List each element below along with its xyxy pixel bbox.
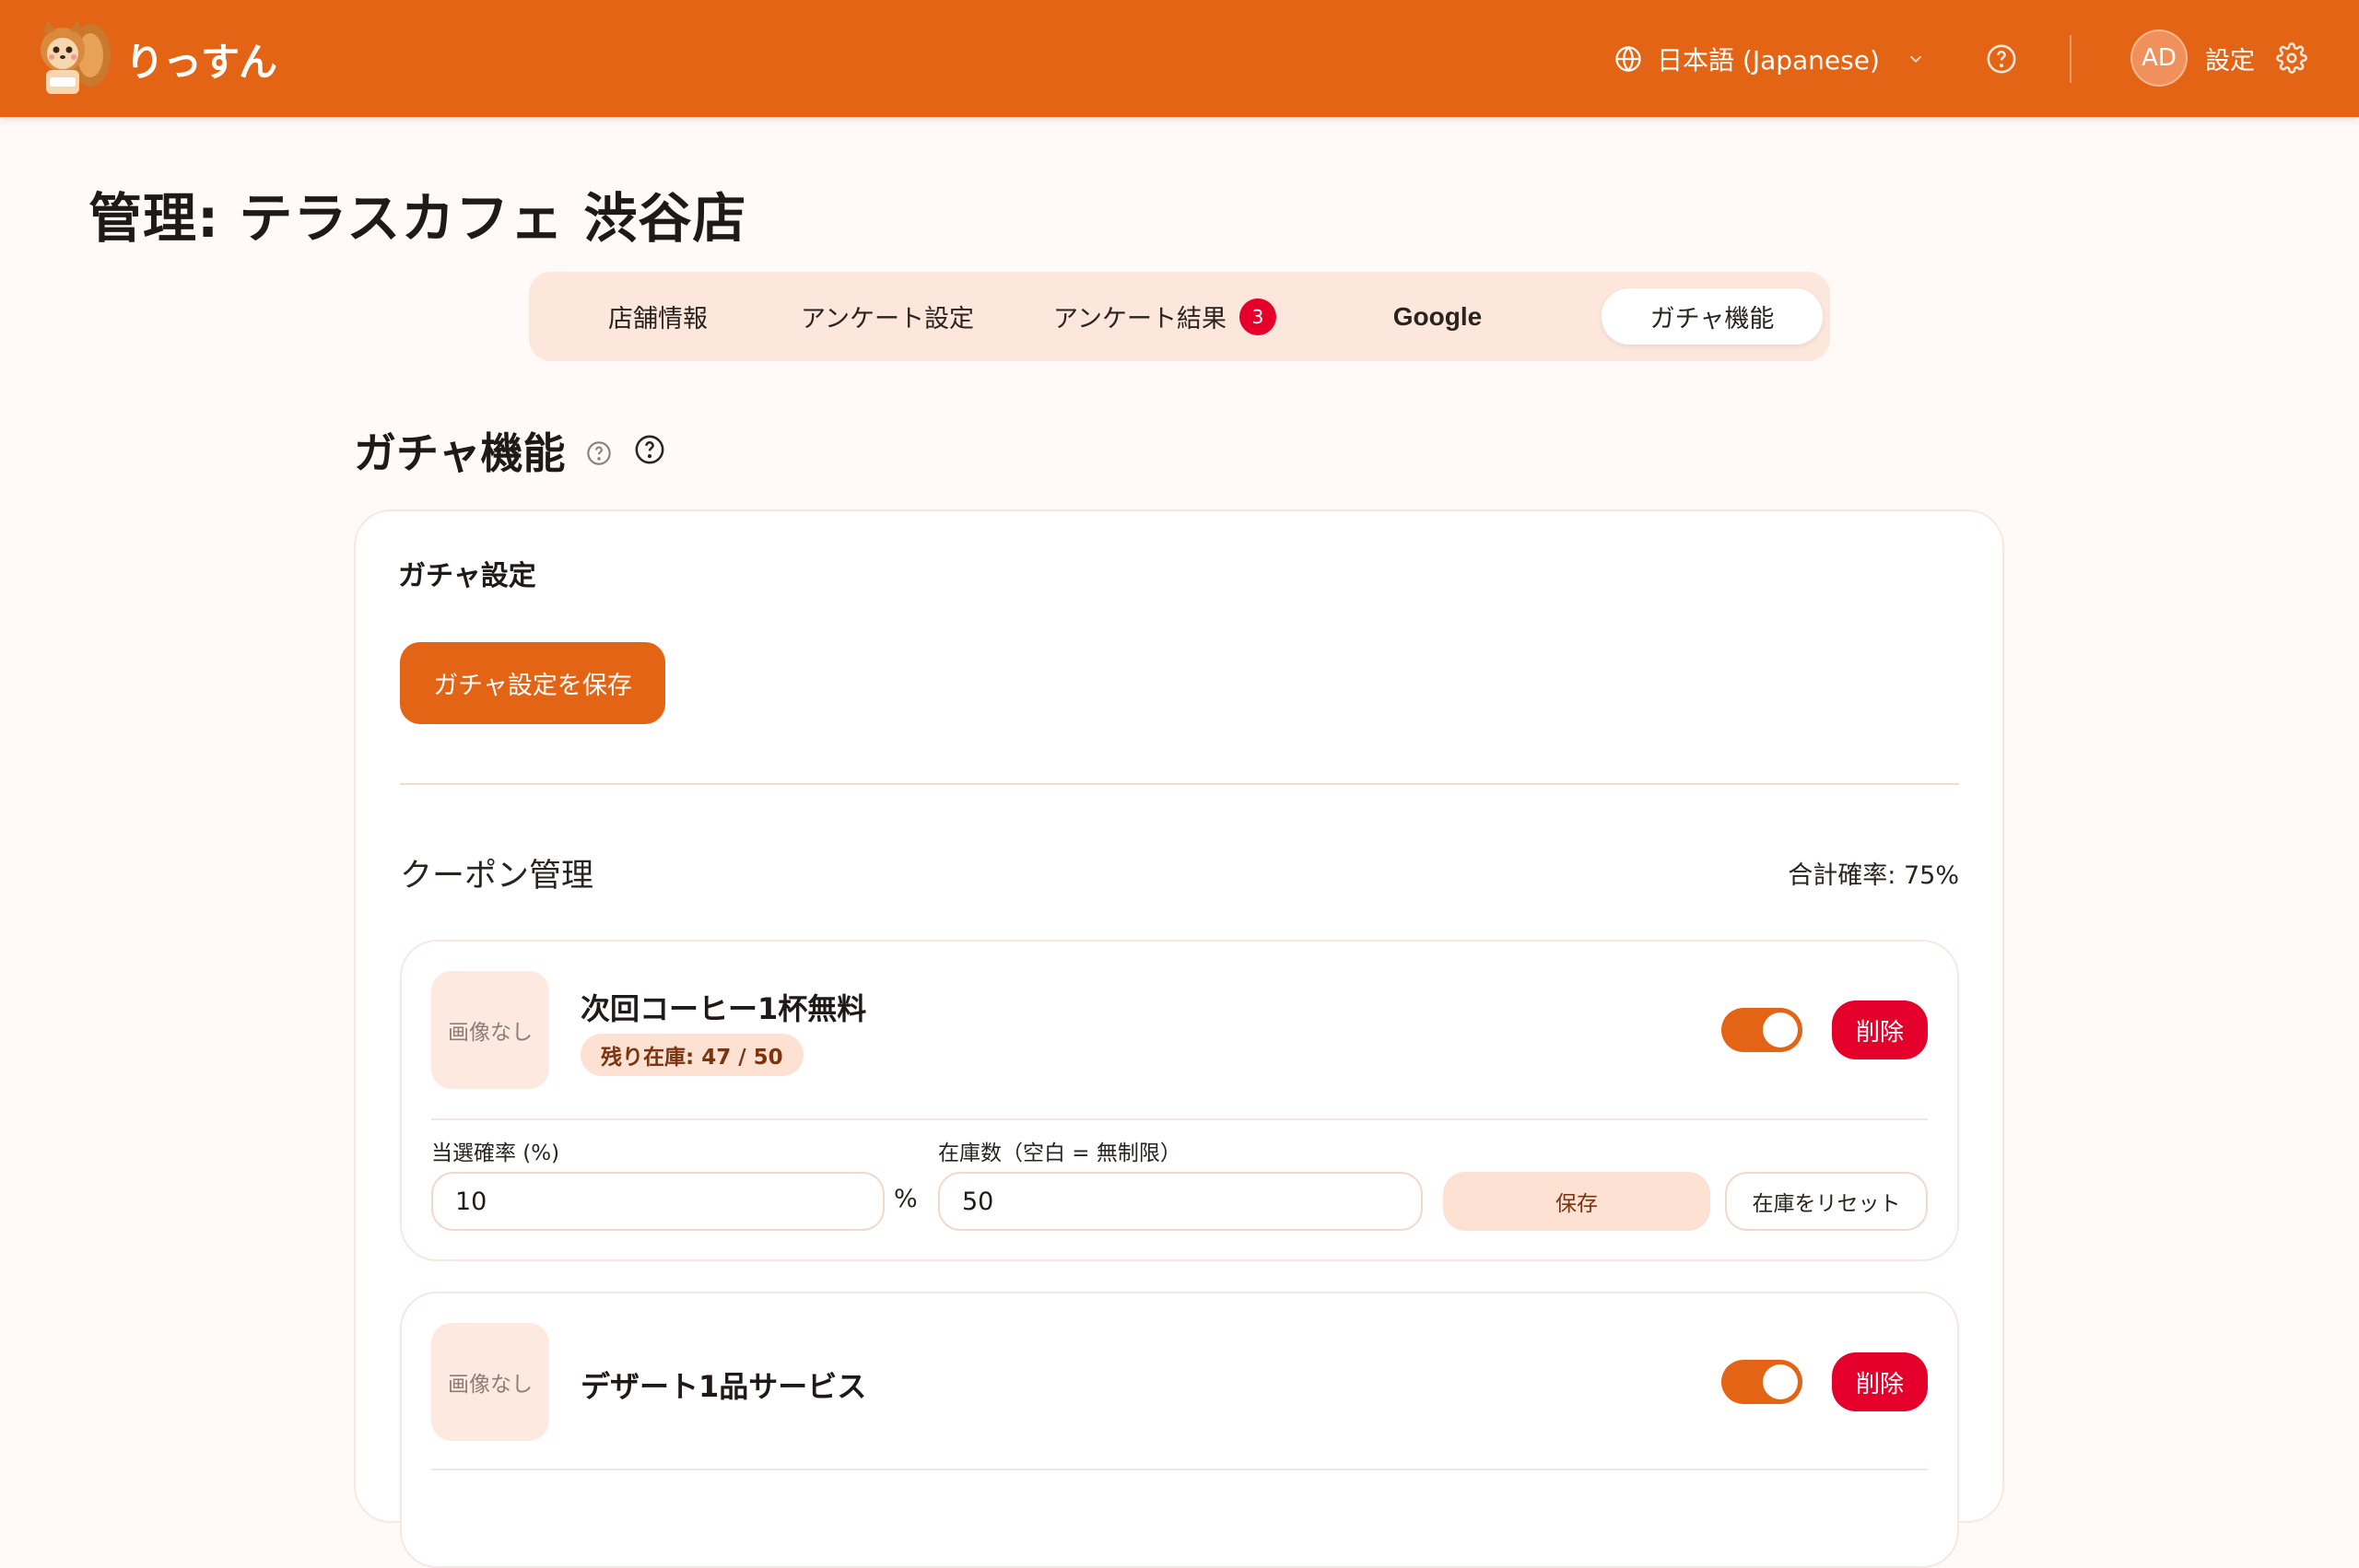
tab-label: Google: [1392, 301, 1483, 331]
top-navigation-bar: りっすん 日本語 (Japanese) AD 設定: [0, 0, 2359, 117]
gacha-settings-title: ガチャ設定: [398, 560, 536, 592]
coupon-name: デザート1品サービス: [581, 1369, 867, 1404]
coupon-management-title: クーポン管理: [400, 858, 594, 895]
enable-toggle[interactable]: [1721, 1360, 1802, 1404]
language-label: 日本語 (Japanese): [1657, 45, 1880, 76]
stock-count-label: 在庫数（空白 = 無制限）: [938, 1141, 1181, 1165]
divider: [400, 783, 1959, 785]
tab-label: アンケート結果: [1053, 305, 1226, 333]
help-icon[interactable]: [634, 434, 665, 465]
globe-icon: [1615, 45, 1641, 73]
enable-toggle[interactable]: [1721, 1008, 1802, 1052]
image-placeholder[interactable]: 画像なし: [431, 1323, 549, 1441]
squirrel-mascot-icon[interactable]: [33, 17, 112, 98]
tab-label: 店舗情報: [608, 305, 708, 333]
toggle-knob: [1763, 1012, 1798, 1047]
avatar[interactable]: AD: [2130, 29, 2188, 87]
tab-gacha[interactable]: ガチャ機能: [1602, 288, 1823, 345]
tab-survey-results[interactable]: アンケート結果 3: [1017, 288, 1312, 345]
reset-stock-button[interactable]: 在庫をリセット: [1725, 1172, 1928, 1231]
tab-google[interactable]: Google: [1327, 288, 1548, 345]
image-placeholder[interactable]: 画像なし: [431, 971, 549, 1089]
percent-unit: %: [894, 1185, 918, 1213]
coupon-name: 次回コーヒー1杯無料: [581, 991, 867, 1026]
language-selector[interactable]: 日本語 (Japanese): [1614, 37, 1941, 81]
divider: [431, 1469, 1928, 1470]
delete-button[interactable]: 削除: [1832, 1000, 1928, 1059]
coupon-card: 画像なし デザート1品サービス 削除: [400, 1292, 1959, 1568]
save-gacha-settings-button[interactable]: ガチャ設定を保存: [400, 642, 665, 724]
brand-name[interactable]: りっすん: [125, 31, 277, 88]
tab-bar: 店舗情報 アンケート設定 アンケート結果 3 Google ガチャ機能: [529, 272, 1830, 361]
tab-label: ガチャ機能: [1649, 305, 1775, 333]
section-title: ガチャ機能: [354, 428, 566, 478]
help-icon[interactable]: [1986, 43, 2017, 75]
coupon-card: 画像なし 次回コーヒー1杯無料 残り在庫: 47 / 50 削除 当選確率 (%…: [400, 940, 1959, 1261]
save-button[interactable]: 保存: [1443, 1172, 1710, 1231]
gear-icon[interactable]: [2276, 42, 2307, 74]
tab-survey-settings[interactable]: アンケート設定: [772, 288, 1003, 345]
page-title: 管理: テラスカフェ 渋谷店: [88, 187, 747, 250]
tab-label: アンケート設定: [801, 305, 974, 333]
probability-label: 当選確率 (%): [431, 1141, 560, 1165]
count-badge: 3: [1238, 298, 1276, 335]
toggle-knob: [1763, 1364, 1798, 1399]
divider: [431, 1118, 1928, 1120]
tab-store-info[interactable]: 店舗情報: [557, 288, 759, 345]
stock-count-input[interactable]: [938, 1172, 1423, 1231]
header-divider: [2070, 35, 2071, 83]
probability-input[interactable]: [431, 1172, 885, 1231]
stock-badge: 残り在庫: 47 / 50: [581, 1034, 804, 1076]
chevron-down-icon: [1909, 55, 1922, 64]
help-icon[interactable]: [586, 440, 612, 466]
delete-button[interactable]: 削除: [1832, 1352, 1928, 1411]
settings-link[interactable]: 設定: [2205, 41, 2255, 76]
total-probability: 合計確率: 75%: [1788, 861, 1959, 890]
